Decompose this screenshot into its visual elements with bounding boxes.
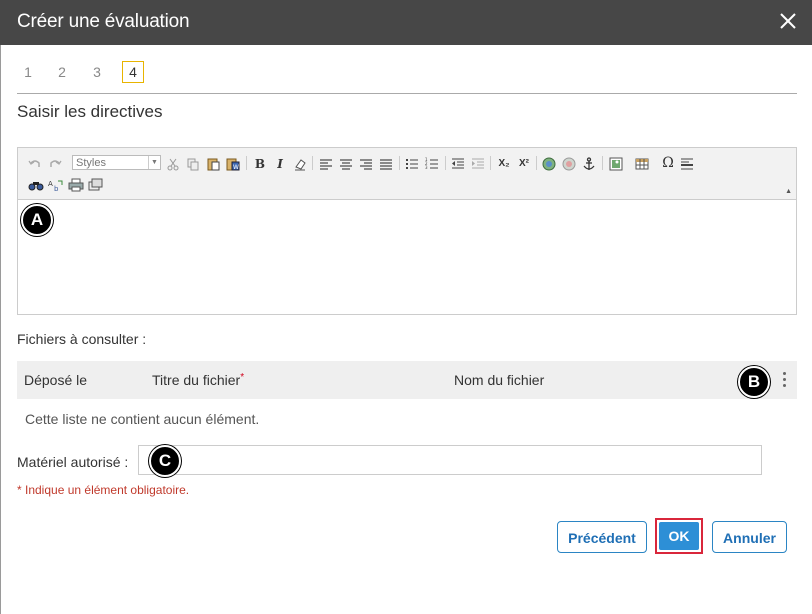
italic-icon[interactable]: I bbox=[273, 157, 287, 171]
superscript-icon[interactable]: X² bbox=[516, 157, 532, 171]
dialog-title: Créer une évaluation bbox=[17, 11, 190, 32]
print-icon[interactable] bbox=[68, 178, 84, 192]
editor-toolbar: Styles ▼ W B I 123 X₂ X² Ω A b ▲ bbox=[18, 148, 796, 200]
step-2[interactable]: 2 bbox=[51, 61, 73, 83]
annotation-badge-b: B bbox=[738, 366, 770, 398]
column-header-title[interactable]: Titre du fichier* bbox=[152, 372, 244, 388]
numbered-list-icon[interactable]: 123 bbox=[425, 157, 439, 171]
bulleted-list-icon[interactable] bbox=[405, 157, 419, 171]
styles-select[interactable]: Styles ▼ bbox=[72, 155, 161, 170]
table-icon[interactable] bbox=[635, 157, 649, 171]
svg-text:A: A bbox=[48, 180, 53, 188]
copy-icon[interactable] bbox=[186, 157, 200, 171]
paste-word-icon[interactable]: W bbox=[226, 157, 240, 171]
rich-text-editor: Styles ▼ W B I 123 X₂ X² Ω A b ▲ bbox=[17, 147, 797, 315]
close-icon[interactable] bbox=[776, 9, 800, 33]
step-4-active[interactable]: 4 bbox=[122, 61, 144, 83]
more-options-icon[interactable] bbox=[781, 372, 787, 388]
templates-icon[interactable] bbox=[88, 178, 104, 192]
chevron-down-icon: ▼ bbox=[148, 156, 160, 169]
svg-text:3: 3 bbox=[425, 165, 428, 170]
subscript-icon[interactable]: X₂ bbox=[496, 157, 512, 171]
outdent-icon[interactable] bbox=[451, 157, 465, 171]
toolbar-separator bbox=[445, 156, 446, 170]
collapse-toolbar-icon[interactable]: ▲ bbox=[785, 188, 792, 195]
annotation-badge-c: C bbox=[149, 445, 181, 477]
align-left-icon[interactable] bbox=[319, 157, 333, 171]
align-center-icon[interactable] bbox=[339, 157, 353, 171]
dialog-left-border bbox=[0, 45, 1, 614]
remove-format-icon[interactable] bbox=[293, 157, 307, 171]
find-icon[interactable] bbox=[28, 178, 44, 192]
anchor-icon[interactable] bbox=[582, 157, 596, 171]
step-3[interactable]: 3 bbox=[86, 61, 108, 83]
toolbar-separator bbox=[399, 156, 400, 170]
cut-icon[interactable] bbox=[166, 157, 180, 171]
styles-select-label: Styles bbox=[76, 157, 106, 169]
required-note: * Indique un élément obligatoire. bbox=[17, 483, 190, 497]
unlink-icon[interactable] bbox=[562, 157, 576, 171]
replace-icon[interactable]: Ab bbox=[48, 178, 64, 192]
toolbar-separator bbox=[536, 156, 537, 170]
required-marker: * bbox=[240, 372, 245, 383]
bold-icon[interactable]: B bbox=[253, 157, 267, 171]
column-header-filename[interactable]: Nom du fichier bbox=[454, 372, 544, 388]
indent-icon[interactable] bbox=[471, 157, 485, 171]
dialog-titlebar: Créer une évaluation bbox=[0, 0, 812, 45]
toolbar-separator bbox=[246, 156, 247, 170]
section-title: Saisir les directives bbox=[17, 102, 163, 121]
step-1[interactable]: 1 bbox=[17, 61, 39, 83]
column-header-deposited[interactable]: Déposé le bbox=[24, 372, 87, 388]
toolbar-separator bbox=[490, 156, 491, 170]
align-right-icon[interactable] bbox=[359, 157, 373, 171]
column-header-title-label: Titre du fichier bbox=[152, 372, 241, 388]
files-label: Fichiers à consulter : bbox=[17, 331, 147, 347]
special-char-icon[interactable]: Ω bbox=[661, 156, 675, 170]
materiel-input[interactable] bbox=[138, 445, 762, 475]
editor-content-area[interactable] bbox=[18, 200, 796, 314]
ok-button[interactable]: OK bbox=[659, 522, 699, 550]
undo-icon[interactable] bbox=[28, 157, 42, 171]
image-icon[interactable] bbox=[609, 157, 623, 171]
svg-text:W: W bbox=[233, 164, 239, 171]
ok-button-highlight: OK bbox=[655, 518, 703, 554]
justify-icon[interactable] bbox=[379, 157, 393, 171]
redo-icon[interactable] bbox=[48, 157, 62, 171]
horizontal-rule-icon[interactable] bbox=[680, 157, 694, 171]
steps-divider bbox=[17, 93, 797, 94]
empty-list-message: Cette liste ne contient aucun élément. bbox=[25, 411, 260, 427]
svg-text:b: b bbox=[54, 185, 59, 192]
annotation-badge-a: A bbox=[21, 204, 53, 236]
files-table-header: Déposé le Titre du fichier* Nom du fichi… bbox=[17, 361, 797, 399]
toolbar-separator bbox=[312, 156, 313, 170]
paste-icon[interactable] bbox=[206, 157, 220, 171]
previous-button[interactable]: Précédent bbox=[557, 521, 647, 553]
cancel-button[interactable]: Annuler bbox=[712, 521, 787, 553]
link-icon[interactable] bbox=[542, 157, 556, 171]
toolbar-separator bbox=[602, 156, 603, 170]
materiel-label: Matériel autorisé : bbox=[17, 454, 129, 470]
